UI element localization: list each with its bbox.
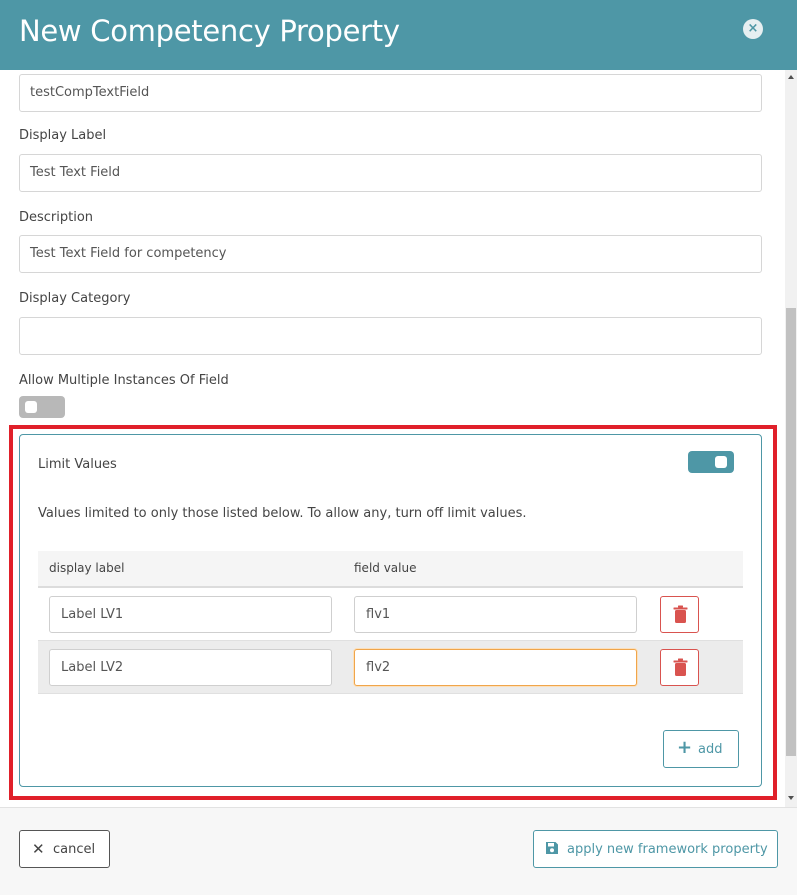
modal-header: New Competency Property × bbox=[0, 0, 797, 70]
apply-button[interactable]: apply new framework property bbox=[533, 830, 778, 868]
cancel-button[interactable]: ✕ cancel bbox=[19, 830, 110, 868]
highlight-annotation-frame bbox=[9, 425, 777, 800]
modal-footer: ✕ cancel apply new framework property bbox=[0, 807, 797, 895]
vertical-scrollbar[interactable] bbox=[785, 70, 797, 807]
property-name-input[interactable]: testCompTextField bbox=[19, 74, 762, 112]
modal-title: New Competency Property bbox=[19, 14, 400, 48]
toggle-knob bbox=[25, 401, 37, 413]
display-label-input[interactable]: Test Text Field bbox=[19, 154, 762, 192]
scroll-down-arrow-icon[interactable] bbox=[788, 796, 794, 800]
save-icon bbox=[546, 842, 558, 854]
display-label-label: Display Label bbox=[19, 128, 107, 143]
allow-multiple-toggle[interactable] bbox=[19, 396, 65, 418]
modal-body[interactable]: testCompTextField Display Label Test Tex… bbox=[0, 70, 785, 807]
display-category-input[interactable] bbox=[19, 317, 762, 355]
description-label: Description bbox=[19, 210, 94, 225]
cancel-button-label: cancel bbox=[53, 842, 96, 857]
description-input[interactable]: Test Text Field for competency bbox=[19, 235, 762, 273]
x-icon: ✕ bbox=[32, 840, 45, 858]
display-category-label: Display Category bbox=[19, 291, 131, 306]
close-icon[interactable]: × bbox=[743, 19, 763, 39]
scroll-up-arrow-icon[interactable] bbox=[788, 75, 794, 79]
scrollbar-thumb[interactable] bbox=[786, 308, 796, 756]
allow-multiple-label: Allow Multiple Instances Of Field bbox=[19, 373, 229, 388]
apply-button-label: apply new framework property bbox=[567, 842, 768, 857]
